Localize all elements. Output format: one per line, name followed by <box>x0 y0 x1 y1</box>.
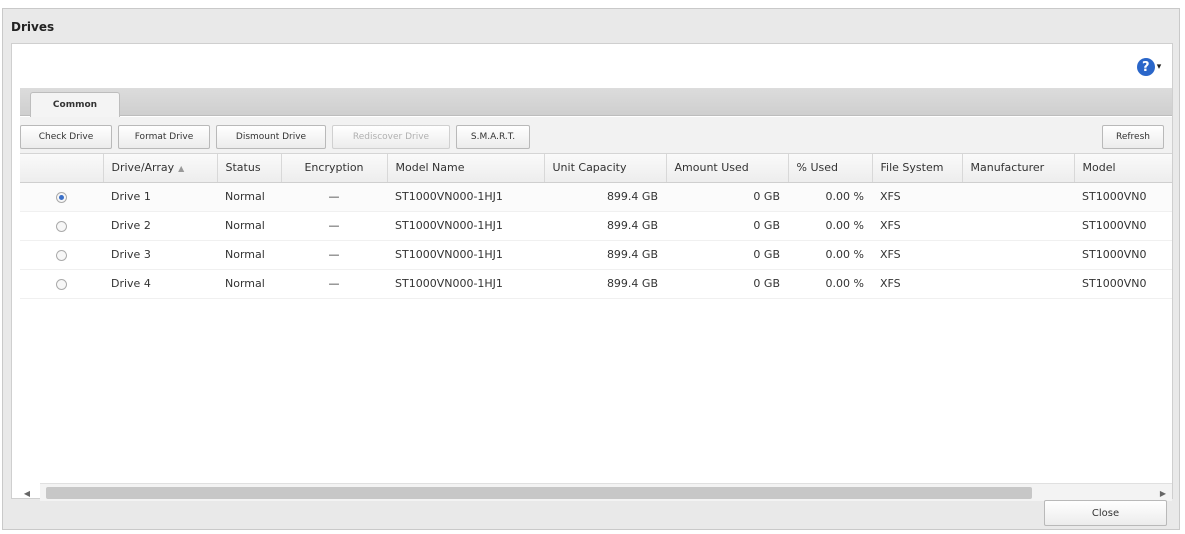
column-header-model-name[interactable]: Model Name <box>387 154 545 183</box>
cell-unit-capacity: 899.4 GB <box>544 182 666 212</box>
cell-manufacturer <box>962 269 1074 299</box>
dismount-drive-button[interactable]: Dismount Drive <box>216 125 326 149</box>
cell-manufacturer <box>962 211 1074 241</box>
column-header-unit-capacity[interactable]: Unit Capacity <box>544 154 667 183</box>
row-radio[interactable] <box>20 182 103 212</box>
cell-model-name: ST1000VN000-1HJ1 <box>387 211 544 241</box>
refresh-button[interactable]: Refresh <box>1102 125 1164 149</box>
cell-percent-used: 0.00 % <box>788 240 872 270</box>
scroll-right-icon[interactable]: ▶ <box>1156 486 1170 500</box>
cell-unit-capacity: 899.4 GB <box>544 211 666 241</box>
column-header-encryption[interactable]: Encryption <box>281 154 388 183</box>
cell-encryption: — <box>281 240 387 270</box>
format-drive-button[interactable]: Format Drive <box>118 125 210 149</box>
drives-window: Drives ? ▾ Common Check Drive Format Dri… <box>2 8 1180 530</box>
table-row[interactable]: Drive 3 Normal — ST1000VN000-1HJ1 899.4 GB 0 … <box>20 240 1172 270</box>
row-radio[interactable] <box>20 240 103 270</box>
column-header-model[interactable]: Model <box>1074 154 1172 183</box>
cell-encryption: — <box>281 211 387 241</box>
cell-status: Normal <box>217 269 281 299</box>
column-header-amount-used[interactable]: Amount Used <box>666 154 789 183</box>
row-radio[interactable] <box>20 269 103 299</box>
toolbar: Check Drive Format Drive Dismount Drive … <box>20 117 1172 153</box>
cell-manufacturer <box>962 240 1074 270</box>
cell-model: ST1000VN0 <box>1074 269 1172 299</box>
radio-button[interactable] <box>56 220 67 232</box>
cell-percent-used: 0.00 % <box>788 211 872 241</box>
cell-model-name: ST1000VN000-1HJ1 <box>387 182 544 212</box>
cell-file-system: XFS <box>872 182 962 212</box>
check-drive-button[interactable]: Check Drive <box>20 125 112 149</box>
drives-panel: ? ▾ Common Check Drive Format Drive Dism… <box>11 43 1173 501</box>
cell-amount-used: 0 GB <box>666 240 788 270</box>
smart-button[interactable]: S.M.A.R.T. <box>456 125 530 149</box>
cell-manufacturer <box>962 182 1074 212</box>
chevron-down-icon: ▾ <box>1156 62 1162 72</box>
cell-percent-used: 0.00 % <box>788 182 872 212</box>
drives-table: Drive/Array ▲ Status Encryption Model Nam… <box>20 153 1172 483</box>
horizontal-scrollbar[interactable]: ◀ ▶ <box>24 483 1172 501</box>
table-row[interactable]: Drive 4 Normal — ST1000VN000-1HJ1 899.4 GB 0 … <box>20 269 1172 299</box>
cell-unit-capacity: 899.4 GB <box>544 240 666 270</box>
cell-drive: Drive 4 <box>103 269 217 299</box>
column-header-drive-array[interactable]: Drive/Array ▲ <box>103 154 218 183</box>
row-radio[interactable] <box>20 211 103 241</box>
radio-button[interactable] <box>56 249 67 261</box>
cell-encryption: — <box>281 269 387 299</box>
cell-amount-used: 0 GB <box>666 182 788 212</box>
cell-amount-used: 0 GB <box>666 269 788 299</box>
column-header-status[interactable]: Status <box>217 154 282 183</box>
cell-status: Normal <box>217 211 281 241</box>
window-title: Drives <box>11 20 55 34</box>
column-header-manufacturer[interactable]: Manufacturer <box>962 154 1075 183</box>
cell-model-name: ST1000VN000-1HJ1 <box>387 240 544 270</box>
scroll-left-icon[interactable]: ◀ <box>20 486 34 500</box>
table-row[interactable]: Drive 2 Normal — ST1000VN000-1HJ1 899.4 GB 0 … <box>20 211 1172 241</box>
cell-file-system: XFS <box>872 240 962 270</box>
cell-file-system: XFS <box>872 269 962 299</box>
tab-common[interactable]: Common <box>30 92 120 117</box>
table-row[interactable]: Drive 1 Normal — ST1000VN000-1HJ1 899.4 GB 0 … <box>20 182 1172 212</box>
cell-encryption: — <box>281 182 387 212</box>
cell-percent-used: 0.00 % <box>788 269 872 299</box>
cell-model: ST1000VN0 <box>1074 182 1172 212</box>
scrollbar-thumb[interactable] <box>46 487 1032 499</box>
cell-drive: Drive 3 <box>103 240 217 270</box>
rediscover-drive-button[interactable]: Rediscover Drive <box>332 125 450 149</box>
cell-drive: Drive 2 <box>103 211 217 241</box>
cell-model: ST1000VN0 <box>1074 240 1172 270</box>
cell-drive: Drive 1 <box>103 182 217 212</box>
radio-button[interactable] <box>56 278 67 290</box>
select-column-header[interactable] <box>20 154 104 183</box>
cell-unit-capacity: 899.4 GB <box>544 269 666 299</box>
cell-model: ST1000VN0 <box>1074 211 1172 241</box>
cell-amount-used: 0 GB <box>666 211 788 241</box>
cell-status: Normal <box>217 182 281 212</box>
column-header-file-system[interactable]: File System <box>872 154 963 183</box>
cell-status: Normal <box>217 240 281 270</box>
table-header-row: Drive/Array ▲ Status Encryption Model Nam… <box>20 154 1172 183</box>
radio-button[interactable] <box>56 191 67 203</box>
cell-model-name: ST1000VN000-1HJ1 <box>387 269 544 299</box>
help-button[interactable]: ? ▾ <box>1132 56 1166 78</box>
column-header-percent-used[interactable]: % Used <box>788 154 873 183</box>
close-button[interactable]: Close <box>1044 500 1167 526</box>
help-icon: ? <box>1136 58 1155 76</box>
cell-file-system: XFS <box>872 211 962 241</box>
column-header-label: Drive/Array <box>111 161 175 175</box>
tab-bar: Common <box>20 88 1172 117</box>
sort-ascending-icon: ▲ <box>178 164 185 174</box>
